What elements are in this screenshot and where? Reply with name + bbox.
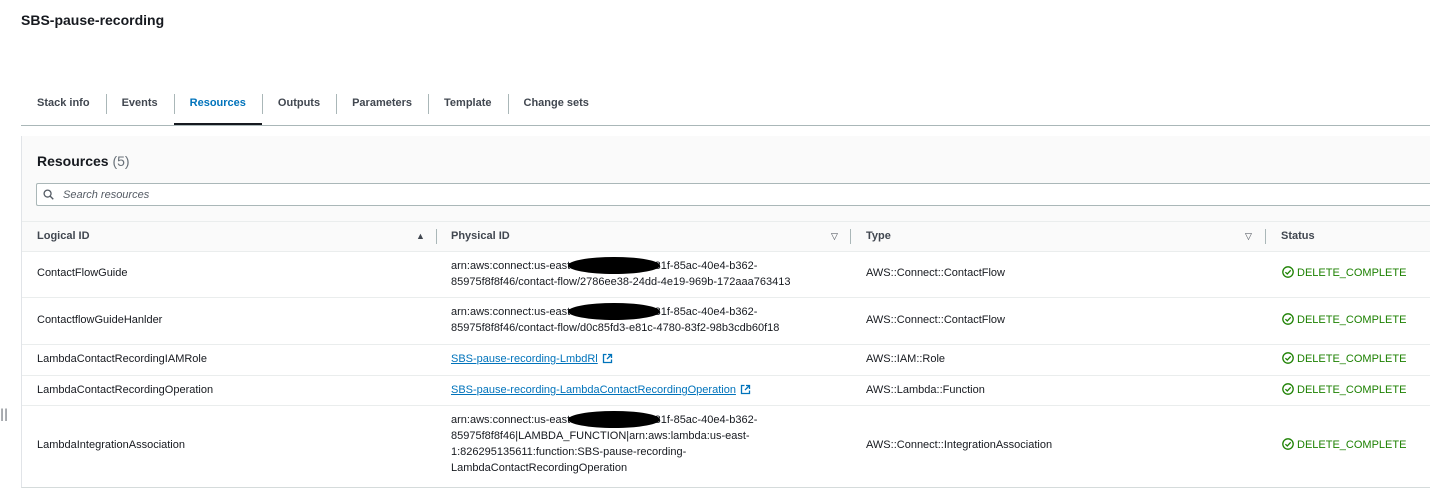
column-header-physical-id[interactable]: Physical ID bbox=[451, 222, 510, 251]
physical-id-link[interactable]: SBS-pause-recording-LambdaContactRecordi… bbox=[451, 382, 751, 398]
status-badge: DELETE_COMPLETE bbox=[1282, 312, 1406, 328]
status-text: DELETE_COMPLETE bbox=[1297, 384, 1407, 396]
logical-id: LambdaContactRecordingIAMRole bbox=[37, 353, 207, 365]
resource-type: AWS::Connect::IntegrationAssociation bbox=[866, 439, 1053, 451]
logical-id: LambdaContactRecordingOperation bbox=[37, 384, 214, 396]
search-icon bbox=[43, 189, 54, 200]
tab-events[interactable]: Events bbox=[105, 86, 174, 124]
column-resizer[interactable] bbox=[436, 229, 437, 244]
status-text: DELETE_COMPLETE bbox=[1297, 353, 1407, 365]
tab-outputs[interactable]: Outputs bbox=[261, 86, 336, 124]
column-header-logical-id[interactable]: Logical ID bbox=[37, 222, 90, 251]
table-row: LambdaIntegrationAssociation arn:aws:con… bbox=[22, 405, 1430, 486]
table-row: LambdaContactRecordingIAMRole SBS-pause-… bbox=[22, 344, 1430, 376]
sort-ascending-icon[interactable]: ▲ bbox=[416, 231, 426, 241]
tab-template[interactable]: Template bbox=[428, 86, 507, 124]
sort-descending-icon[interactable]: ▽ bbox=[1245, 231, 1255, 241]
tab-parameters[interactable]: Parameters bbox=[336, 86, 428, 124]
status-success-icon bbox=[1282, 313, 1294, 325]
status-success-icon bbox=[1282, 438, 1294, 450]
resource-type: AWS::Connect::ContactFlow bbox=[866, 267, 1005, 279]
column-resizer[interactable] bbox=[850, 229, 851, 244]
tab-stack-info[interactable]: Stack info bbox=[21, 86, 106, 124]
status-badge: DELETE_COMPLETE bbox=[1282, 265, 1406, 281]
status-success-icon bbox=[1282, 266, 1294, 278]
tab-change-sets[interactable]: Change sets bbox=[507, 86, 605, 124]
resource-type: AWS::Lambda::Function bbox=[866, 384, 985, 396]
table-row: ContactFlowGuide arn:aws:connect:us-east… bbox=[22, 250, 1430, 298]
resource-type: AWS::IAM::Role bbox=[866, 353, 946, 365]
status-text: DELETE_COMPLETE bbox=[1297, 439, 1407, 451]
status-badge: DELETE_COMPLETE bbox=[1282, 382, 1406, 398]
physical-id-link[interactable]: SBS-pause-recording-LmbdRl bbox=[451, 351, 613, 367]
status-badge: DELETE_COMPLETE bbox=[1282, 437, 1406, 453]
page-title: SBS-pause-recording bbox=[21, 12, 165, 28]
status-text: DELETE_COMPLETE bbox=[1297, 267, 1407, 279]
resource-type: AWS::Connect::ContactFlow bbox=[866, 314, 1005, 326]
table-row: LambdaContactRecordingOperation SBS-paus… bbox=[22, 375, 1430, 406]
logical-id: LambdaIntegrationAssociation bbox=[37, 439, 185, 451]
column-header-type[interactable]: Type bbox=[866, 222, 891, 251]
status-text: DELETE_COMPLETE bbox=[1297, 314, 1407, 326]
resources-heading: Resources (5) bbox=[37, 153, 130, 169]
physical-id[interactable]: SBS-pause-recording-LambdaContactRecordi… bbox=[451, 384, 736, 396]
redaction-mark bbox=[568, 257, 660, 274]
column-header-status[interactable]: Status bbox=[1281, 222, 1315, 251]
physical-id[interactable]: SBS-pause-recording-LmbdRl bbox=[451, 353, 598, 365]
resources-count: (5) bbox=[112, 153, 130, 169]
redaction-mark bbox=[568, 303, 660, 320]
sort-descending-icon[interactable]: ▽ bbox=[831, 231, 841, 241]
drag-handle-icon[interactable]: || bbox=[0, 407, 8, 421]
logical-id: ContactFlowGuide bbox=[37, 267, 128, 279]
logical-id: ContactflowGuideHanlder bbox=[37, 314, 163, 326]
resources-panel: Resources (5) Logical ID ▲ Physical ID ▽… bbox=[21, 136, 1430, 488]
redaction-mark bbox=[568, 411, 660, 428]
table-row: ContactflowGuideHanlder arn:aws:connect:… bbox=[22, 297, 1430, 345]
search-box[interactable] bbox=[36, 183, 1430, 206]
search-input[interactable] bbox=[63, 187, 1363, 202]
resources-panel-header: Resources (5) bbox=[22, 136, 1430, 221]
status-success-icon bbox=[1282, 383, 1294, 395]
external-link-icon[interactable] bbox=[602, 353, 613, 364]
resources-title: Resources bbox=[37, 153, 109, 169]
external-link-icon[interactable] bbox=[740, 384, 751, 395]
status-badge: DELETE_COMPLETE bbox=[1282, 351, 1406, 367]
status-success-icon bbox=[1282, 352, 1294, 364]
tab-resources[interactable]: Resources bbox=[173, 86, 263, 125]
tab-bar: Stack info Events Resources Outputs Para… bbox=[21, 86, 1430, 126]
table-header: Logical ID ▲ Physical ID ▽ Type ▽ Status bbox=[22, 221, 1430, 252]
column-resizer[interactable] bbox=[1265, 229, 1266, 244]
